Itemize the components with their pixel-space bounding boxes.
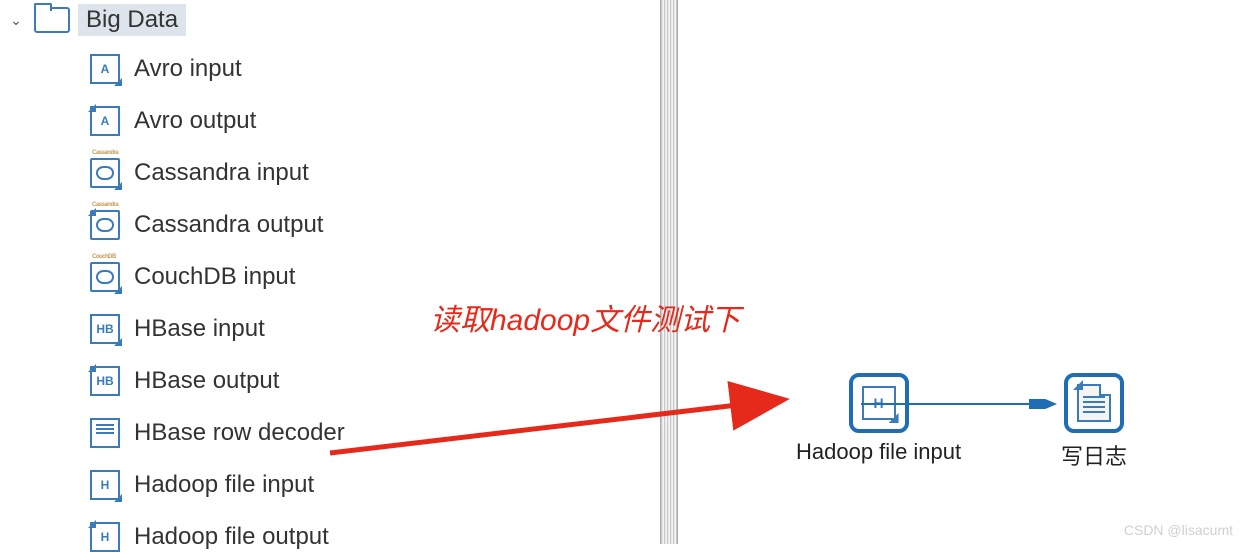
watermark: CSDN @lisacumt <box>1124 522 1233 538</box>
tree-item-cassandra-output[interactable]: Cassandra Cassandra output <box>90 210 660 240</box>
hop-arrow-icon[interactable] <box>861 399 1060 409</box>
tree-item-avro-input[interactable]: A Avro input <box>90 54 660 84</box>
hbase-output-icon: HB <box>90 366 120 396</box>
tree-item-label: Avro input <box>134 55 242 83</box>
step-label: 写日志 <box>1061 439 1127 471</box>
tree-item-label: CouchDB input <box>134 263 295 291</box>
folder-icon <box>34 7 70 33</box>
avro-output-icon: A <box>90 106 120 136</box>
tree-item-label: HBase input <box>134 315 265 343</box>
hbase-input-icon: HB <box>90 314 120 344</box>
tree-item-couchdb-input[interactable]: CouchDB CouchDB input <box>90 262 660 292</box>
cassandra-input-icon: Cassandra <box>90 158 120 188</box>
tree-item-avro-output[interactable]: A Avro output <box>90 106 660 136</box>
canvas-step-write-log[interactable]: 写日志 <box>1061 373 1127 471</box>
annotation-arrow-icon <box>325 295 805 475</box>
step-label: Hadoop file input <box>796 439 961 465</box>
tree-item-label: Avro output <box>134 107 256 135</box>
write-log-icon <box>1077 384 1111 422</box>
step-box[interactable] <box>1064 373 1124 433</box>
tree-item-label: HBase output <box>134 367 279 395</box>
tree-item-label: Cassandra input <box>134 159 309 187</box>
tree-item-label: Hadoop file output <box>134 523 329 551</box>
avro-input-icon: A <box>90 54 120 84</box>
canvas-step-hadoop-file-input[interactable]: H Hadoop file input <box>796 373 961 465</box>
tree-item-cassandra-input[interactable]: Cassandra Cassandra input <box>90 158 660 188</box>
couchdb-input-icon: CouchDB <box>90 262 120 292</box>
hbase-row-decoder-icon <box>90 418 120 448</box>
tree-folder-label: Big Data <box>78 4 186 36</box>
tree-item-label: HBase row decoder <box>134 419 345 447</box>
hadoop-file-output-icon: H <box>90 522 120 552</box>
tree-item-label: Hadoop file input <box>134 471 314 499</box>
tree-item-label: Cassandra output <box>134 211 323 239</box>
tree-folder-big-data[interactable]: ⌄ Big Data <box>0 0 660 40</box>
hadoop-file-input-icon: H <box>90 470 120 500</box>
chevron-down-icon[interactable]: ⌄ <box>6 12 26 29</box>
cassandra-output-icon: Cassandra <box>90 210 120 240</box>
tree-item-hadoop-file-output[interactable]: H Hadoop file output <box>90 522 660 552</box>
